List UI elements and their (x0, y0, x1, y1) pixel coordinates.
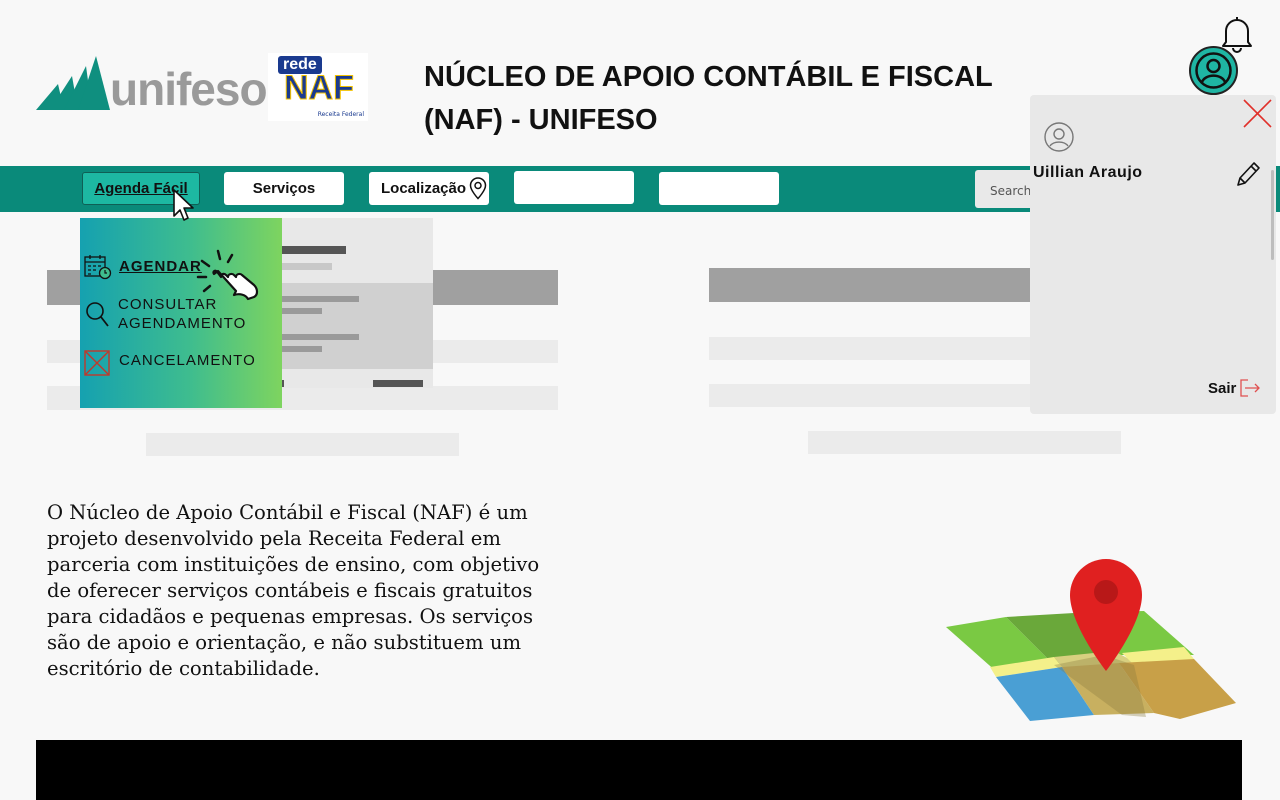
close-icon[interactable] (1241, 97, 1274, 130)
edit-pencil-icon[interactable] (1234, 159, 1262, 189)
map-illustration (946, 559, 1236, 721)
nav-servicos-button[interactable]: Serviços (224, 172, 344, 205)
user-icon (1195, 52, 1232, 89)
dropdown-label-cancelamento: CANCELAMENTO (119, 352, 256, 369)
placeholder-line-right-2 (709, 384, 1030, 407)
calendar-clock-icon (84, 255, 112, 280)
placeholder-line-right-1 (709, 337, 1030, 360)
unifeso-mountain-icon (36, 56, 110, 110)
avatar-button[interactable] (1189, 46, 1238, 95)
placeholder-button-left (146, 433, 459, 456)
footer-bar (36, 740, 1242, 800)
pointing-hand-click-icon (196, 249, 259, 301)
dropdown-item-cancelamento[interactable]: CANCELAMENTO (80, 350, 282, 376)
profile-user-name: Uillian Araujo (1033, 164, 1143, 181)
agenda-dropdown-menu: AGENDAR CONSULTAR AGENDAMENTO CANCELAMEN… (80, 218, 282, 408)
dropdown-label-agendar: AGENDAR (119, 258, 202, 275)
nav-localizacao-button[interactable]: Localização (369, 172, 489, 205)
rede-naf-logo: rede NAF Receita Federal (268, 53, 368, 121)
unifeso-wordmark: unifeso (110, 63, 268, 115)
placeholder-button-right (808, 431, 1121, 454)
profile-panel: Uillian Araujo Sair (1030, 95, 1276, 414)
mouse-cursor-icon (173, 189, 194, 221)
nav-localizacao-label: Localização (381, 180, 467, 197)
profile-user-icon (1044, 122, 1074, 152)
search-icon (86, 302, 109, 327)
page-title: NÚCLEO DE APOIO CONTÁBIL E FISCAL (NAF) … (424, 61, 993, 136)
receita-federal-label: Receita Federal (317, 111, 364, 118)
placeholder-heading-right (709, 268, 1030, 302)
map-pin-icon (469, 176, 487, 200)
unifeso-logo: unifeso (36, 54, 268, 115)
naf-label: NAF (284, 69, 355, 108)
mock-card-footer-right (373, 380, 423, 387)
profile-panel-scrollbar[interactable] (1271, 170, 1274, 260)
cancel-box-icon (84, 350, 110, 376)
logout-button[interactable]: Sair (1208, 379, 1261, 397)
nav-empty-button-2[interactable] (659, 172, 779, 205)
logout-label: Sair (1208, 379, 1237, 397)
logout-icon (1240, 379, 1261, 397)
nav-empty-button-1[interactable] (514, 171, 634, 204)
naf-description: O Núcleo de Apoio Contábil e Fiscal (NAF… (47, 501, 540, 680)
